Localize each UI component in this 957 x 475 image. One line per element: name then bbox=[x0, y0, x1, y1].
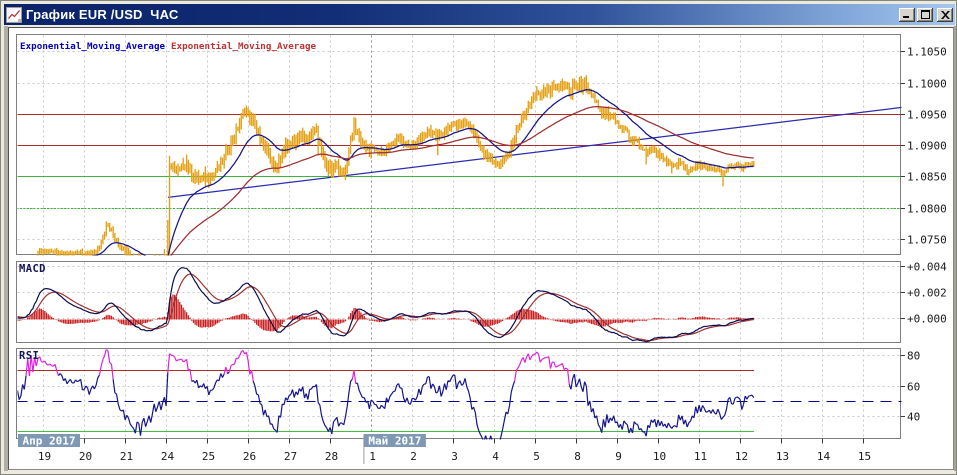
time-axis-labels[interactable]: 19202124252627281234589101112131415 bbox=[38, 450, 871, 463]
svg-text:21: 21 bbox=[120, 450, 133, 463]
pane-macd[interactable] bbox=[17, 262, 902, 344]
svg-text:1: 1 bbox=[369, 450, 376, 463]
svg-text:+0.000: +0.000 bbox=[907, 313, 947, 326]
svg-text:5: 5 bbox=[533, 450, 540, 463]
svg-text:1.0900: 1.0900 bbox=[907, 140, 947, 153]
svg-text:24: 24 bbox=[161, 450, 175, 463]
svg-text:12: 12 bbox=[735, 450, 748, 463]
svg-text:10: 10 bbox=[653, 450, 666, 463]
svg-text:19: 19 bbox=[38, 450, 51, 463]
svg-text:1.0800: 1.0800 bbox=[907, 203, 947, 216]
svg-text:+0.002: +0.002 bbox=[907, 287, 947, 300]
chart-window-icon bbox=[6, 7, 22, 23]
svg-text:11: 11 bbox=[694, 450, 707, 463]
chart-client-area[interactable]: 1.1050 1.1000 1.0950 1.0900 1.0850 1.0800 1.07… bbox=[8, 27, 954, 470]
window-titlebar[interactable]: График EUR /USD ЧАС bbox=[4, 4, 955, 25]
time-axis-ticks bbox=[44, 439, 864, 444]
minimize-button[interactable] bbox=[899, 8, 915, 22]
svg-text:Май 2017: Май 2017 bbox=[368, 435, 421, 448]
legend-ema-fast[interactable]: Exponential_Moving_Average bbox=[20, 41, 166, 52]
svg-text:20: 20 bbox=[79, 450, 92, 463]
svg-text:27: 27 bbox=[284, 450, 297, 463]
price-axis-labels-macd[interactable]: +0.004 +0.002 +0.000 bbox=[907, 261, 947, 326]
svg-text:8: 8 bbox=[574, 450, 581, 463]
price-axis-labels-price[interactable]: 1.1050 1.1000 1.0950 1.0900 1.0850 1.0800 1.07… bbox=[907, 46, 947, 247]
svg-text:1.0950: 1.0950 bbox=[907, 109, 947, 122]
svg-text:15: 15 bbox=[858, 450, 871, 463]
chart-window: График EUR /USD ЧАС 1.10501.10001.09501.… bbox=[0, 0, 957, 475]
window-frame-right[interactable] bbox=[954, 26, 956, 471]
rsi-pane-label: RSI bbox=[19, 350, 39, 362]
svg-text:2: 2 bbox=[410, 450, 417, 463]
svg-text:1.0750: 1.0750 bbox=[907, 234, 947, 247]
maximize-button[interactable] bbox=[917, 8, 933, 22]
pane-rsi[interactable] bbox=[17, 349, 902, 440]
svg-text:1.1050: 1.1050 bbox=[907, 46, 947, 59]
window-title: График EUR /USD ЧАС bbox=[26, 4, 178, 25]
svg-text:4: 4 bbox=[492, 450, 499, 463]
svg-text:1.1000: 1.1000 bbox=[907, 78, 947, 91]
svg-text:14: 14 bbox=[817, 450, 831, 463]
svg-text:80: 80 bbox=[907, 350, 920, 363]
svg-text:60: 60 bbox=[907, 381, 920, 394]
svg-text:13: 13 bbox=[776, 450, 789, 463]
svg-text:+0.004: +0.004 bbox=[907, 261, 947, 274]
svg-text:1.0850: 1.0850 bbox=[907, 171, 947, 184]
chart-canvas[interactable]: 1.1050 1.1000 1.0950 1.0900 1.0850 1.0800 1.07… bbox=[9, 28, 953, 469]
svg-text:Апр 2017: Апр 2017 bbox=[23, 435, 76, 448]
macd-pane-label: MACD bbox=[19, 263, 46, 275]
month-box-apr: Апр 2017 bbox=[18, 434, 80, 448]
svg-text:28: 28 bbox=[325, 450, 338, 463]
svg-text:25: 25 bbox=[202, 450, 215, 463]
svg-text:3: 3 bbox=[451, 450, 458, 463]
close-button[interactable] bbox=[937, 8, 953, 22]
month-box-may: Май 2017 bbox=[364, 434, 426, 448]
price-axis-labels-rsi[interactable]: 80 60 40 bbox=[907, 350, 920, 424]
svg-text:9: 9 bbox=[615, 450, 622, 463]
legend-ema-slow[interactable]: Exponential_Moving_Average bbox=[171, 41, 317, 52]
svg-text:40: 40 bbox=[907, 411, 920, 424]
svg-text:26: 26 bbox=[243, 450, 256, 463]
